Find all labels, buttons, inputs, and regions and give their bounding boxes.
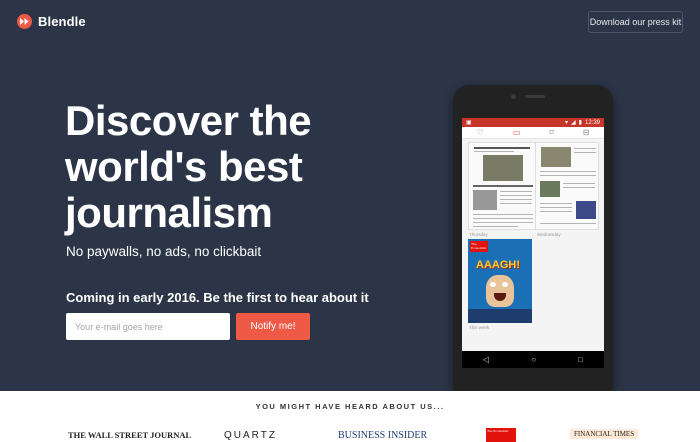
press-logo-business-insider[interactable]: BUSINESS INSIDER: [338, 430, 427, 441]
home-icon[interactable]: ○: [531, 355, 536, 364]
headline-line-2: world's best: [65, 143, 303, 190]
notification-icon: ▣: [466, 120, 472, 126]
status-bar: ▣ ▾ ◢ ▮ 12:39: [462, 118, 604, 127]
android-nav-bar: ◁ ○ □: [462, 351, 604, 368]
recents-icon[interactable]: □: [578, 355, 583, 364]
press-logo-quartz[interactable]: QUARTZ: [224, 430, 277, 441]
phone-camera: [511, 94, 516, 99]
signal-icon: ◢: [571, 120, 576, 126]
newspaper-thumbnail[interactable]: [468, 142, 536, 230]
press-kit-button[interactable]: Download our press kit: [588, 11, 683, 33]
back-icon[interactable]: ◁: [483, 355, 489, 364]
email-input[interactable]: [66, 313, 230, 340]
app-tab-bar: ♡ ▭ ⌑ ⊟: [462, 127, 604, 139]
section-label: Wednesday: [537, 232, 561, 237]
book-icon[interactable]: ▭: [513, 128, 521, 137]
wifi-icon: ▾: [565, 120, 569, 126]
notify-button[interactable]: Notify me!: [236, 313, 310, 340]
phone-mockup: ▣ ▾ ◢ ▮ 12:39 ♡ ▭ ⌑ ⊟ Thursday Wednesday…: [453, 85, 613, 391]
hero-section: Blendle Download our press kit Discover …: [0, 0, 700, 391]
phone-speaker: [525, 95, 545, 98]
subheadline: No paywalls, no ads, no clickbait: [66, 244, 262, 259]
magazine-title: The Economist: [470, 241, 488, 252]
press-logo-economist[interactable]: The Economist: [486, 428, 516, 442]
magazine-thumbnail[interactable]: The Economist AAAGH!: [468, 239, 532, 323]
bookmark-icon[interactable]: ⌑: [550, 128, 554, 137]
page-headline: Discover the world's best journalism: [65, 98, 405, 236]
headline-line-3: journalism: [65, 189, 273, 236]
press-section: YOU MIGHT HAVE HEARD ABOUT US... THE WAL…: [0, 391, 700, 442]
status-time: 12:39: [584, 119, 600, 126]
archive-icon[interactable]: ⊟: [583, 128, 590, 137]
newspaper-thumbnail[interactable]: [535, 142, 599, 230]
phone-screen: ▣ ▾ ◢ ▮ 12:39 ♡ ▭ ⌑ ⊟ Thursday Wednesday…: [462, 118, 604, 368]
brand-logo[interactable]: Blendle: [17, 14, 86, 29]
section-label: Thursday: [469, 232, 488, 237]
press-heading: YOU MIGHT HAVE HEARD ABOUT US...: [255, 402, 445, 411]
fast-forward-icon: [17, 14, 32, 29]
brand-name: Blendle: [38, 14, 86, 29]
section-label: This week: [469, 325, 490, 330]
press-logo-wsj[interactable]: THE WALL STREET JOURNAL: [68, 430, 191, 440]
magazine-headline: AAAGH!: [476, 259, 520, 271]
coming-soon-text: Coming in early 2016. Be the first to he…: [66, 290, 369, 305]
headline-line-1: Discover the: [65, 97, 312, 144]
heart-icon[interactable]: ♡: [477, 128, 484, 137]
battery-icon: ▮: [578, 120, 582, 126]
